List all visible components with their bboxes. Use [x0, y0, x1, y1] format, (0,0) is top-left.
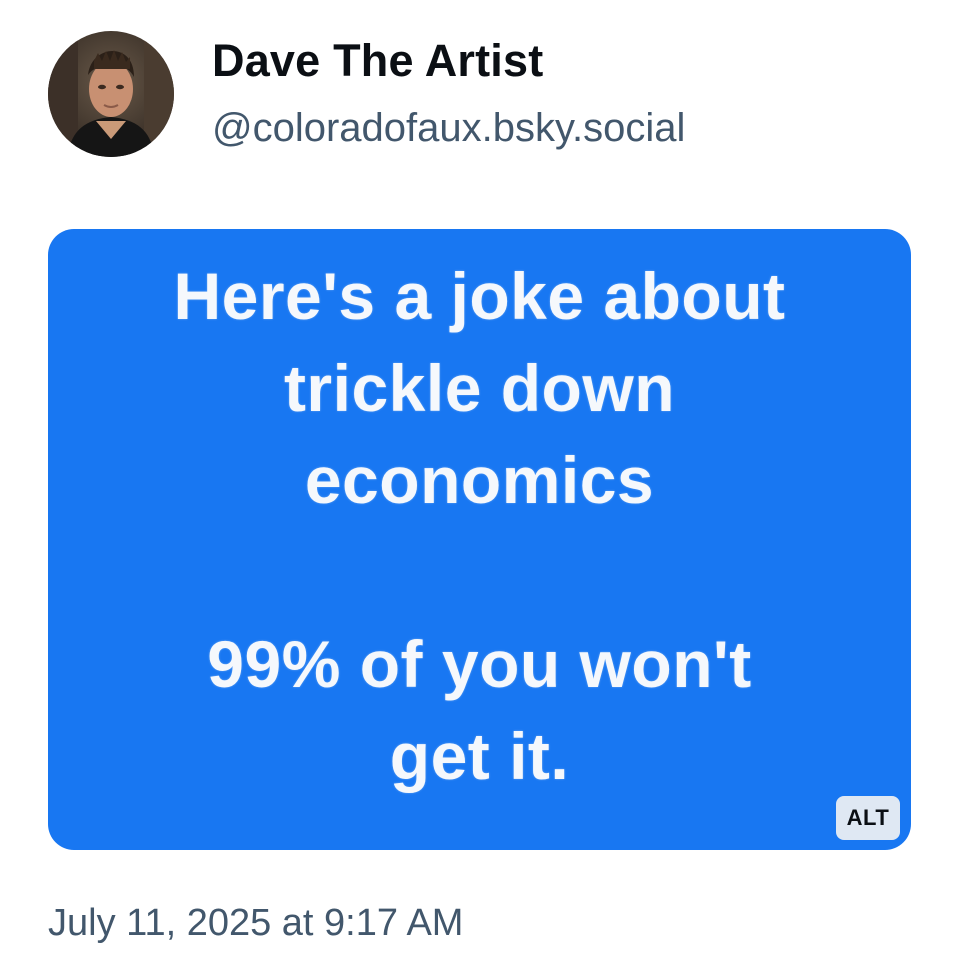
- post-header: Dave The Artist @coloradofaux.bsky.socia…: [48, 30, 685, 158]
- meme-line: economics: [304, 443, 655, 517]
- author-handle[interactable]: @coloradofaux.bsky.social: [212, 103, 685, 153]
- meme-line: get it.: [389, 719, 570, 793]
- alt-text-button[interactable]: ALT: [836, 796, 900, 840]
- post-card: Dave The Artist @coloradofaux.bsky.socia…: [0, 0, 960, 957]
- author-avatar[interactable]: [48, 31, 174, 157]
- meme-line-blank: [48, 526, 911, 618]
- avatar-photo-icon: [48, 31, 174, 157]
- author-display-name[interactable]: Dave The Artist: [212, 35, 685, 87]
- author-names: Dave The Artist @coloradofaux.bsky.socia…: [212, 35, 685, 153]
- post-timestamp: July 11, 2025 at 9:17 AM: [48, 902, 464, 944]
- meme-line: 99% of you won't: [207, 627, 752, 701]
- meme-line: Here's a joke about: [173, 259, 786, 333]
- meme-text: Here's a joke about trickle down economi…: [48, 250, 911, 802]
- meme-line: trickle down: [283, 351, 676, 425]
- post-image[interactable]: Here's a joke about trickle down economi…: [48, 229, 911, 850]
